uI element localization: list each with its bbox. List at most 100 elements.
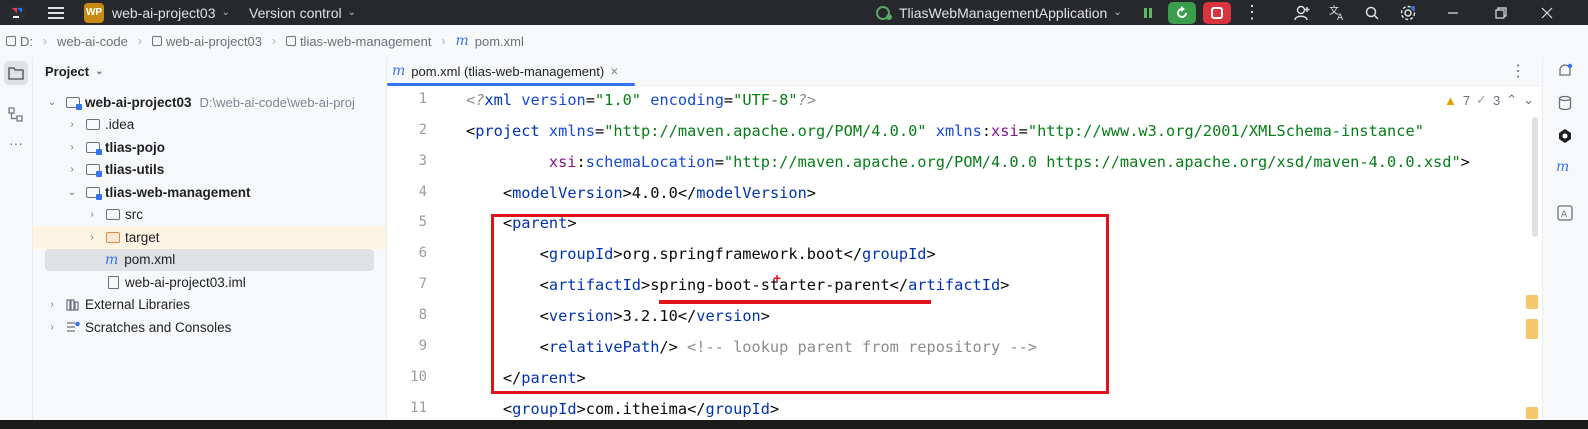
project-panel-header[interactable]: Project ⌄ xyxy=(33,57,386,85)
tree-item-tlias-utils[interactable]: › tlias-utils xyxy=(33,159,386,182)
tree-item-iml[interactable]: web-ai-project03.iml xyxy=(33,271,386,294)
editor-tab-bar: m pom.xml (tlias-web-management) × ⋮ xyxy=(387,57,1542,86)
scratches-icon xyxy=(65,320,81,334)
line-number: 6 xyxy=(418,245,427,261)
project-switcher[interactable]: WP web-ai-project03 ⌄ xyxy=(84,0,230,25)
change-marker[interactable] xyxy=(1526,319,1538,339)
drive-icon xyxy=(6,36,16,46)
run-config-selector[interactable]: TliasWebManagementApplication ⌄ xyxy=(875,0,1122,25)
editor-scrollbar[interactable] xyxy=(1532,117,1538,237)
breadcrumb-item-folder[interactable]: web-ai-code xyxy=(57,34,128,49)
code-line-2: <project xmlns="http://maven.apache.org/… xyxy=(466,122,1424,140)
maven-file-icon: m xyxy=(392,63,406,79)
project-tool-icon[interactable] xyxy=(4,61,28,85)
line-number: 9 xyxy=(418,338,427,354)
restore-window-icon[interactable] xyxy=(1494,0,1508,25)
more-actions-icon[interactable]: ⋮ xyxy=(1243,0,1261,25)
breadcrumb-item-project[interactable]: web-ai-project03 xyxy=(151,34,262,49)
line-number: 2 xyxy=(418,122,427,138)
code-line-3: xsi:schemaLocation="http://maven.apache.… xyxy=(548,153,1470,171)
add-user-icon[interactable] xyxy=(1293,0,1311,25)
tree-item-src[interactable]: › src xyxy=(33,204,386,227)
main-menu-icon[interactable] xyxy=(46,0,66,25)
project-name: web-ai-project03 xyxy=(112,4,216,21)
stop-button[interactable] xyxy=(1203,0,1231,25)
notifications-icon[interactable] xyxy=(1557,63,1573,84)
breadcrumb: D: › web-ai-code › web-ai-project03 › tl… xyxy=(0,25,1588,58)
tree-item-target[interactable]: › target xyxy=(33,226,386,249)
settings-gear-icon[interactable] xyxy=(1399,0,1417,25)
chevron-up-icon[interactable]: ⌃ xyxy=(1506,92,1517,108)
tree-item-scratches[interactable]: › Scratches and Consoles xyxy=(33,316,386,339)
tree-item-external-libraries[interactable]: › External Libraries xyxy=(33,294,386,317)
project-tree: ⌄ web-ai-project03 D:\web-ai-code\web-ai… xyxy=(33,91,386,339)
inspections-widget[interactable]: ▲ 7 ✓ 3 ⌃ ⌄ xyxy=(1444,92,1534,108)
change-marker[interactable] xyxy=(1526,407,1538,419)
editor: m pom.xml (tlias-web-management) × ⋮ 1 2… xyxy=(387,57,1542,429)
search-icon[interactable] xyxy=(1364,0,1380,25)
file-icon xyxy=(105,275,121,289)
code-line-4: <modelVersion>4.0.0</modelVersion> xyxy=(466,184,817,202)
line-number: 1 xyxy=(418,91,427,107)
chevron-right-icon: › xyxy=(50,299,54,311)
bottom-edge-bar xyxy=(0,420,1588,429)
chevron-down-icon[interactable]: ⌄ xyxy=(1523,92,1534,108)
maven-tool-icon[interactable]: m xyxy=(1556,159,1569,175)
editor-tab-pom-xml[interactable]: m pom.xml (tlias-web-management) × xyxy=(387,57,635,86)
chevron-down-icon: ⌄ xyxy=(95,65,104,77)
database-icon[interactable] xyxy=(1557,95,1573,116)
module-folder-icon xyxy=(85,163,102,178)
chevron-down-icon: ⌄ xyxy=(221,7,230,18)
tab-more-icon[interactable]: ⋮ xyxy=(1510,61,1526,81)
breadcrumb-item-module[interactable]: tlias-web-management xyxy=(285,34,431,49)
chevron-down-icon: ⌄ xyxy=(1113,7,1122,18)
tree-item-tlias-pojo[interactable]: › tlias-pojo xyxy=(33,136,386,159)
annotation-plus: + xyxy=(773,270,782,286)
chevron-right-icon: › xyxy=(70,164,74,176)
chevron-down-icon: ⌄ xyxy=(47,96,57,108)
line-number: 10 xyxy=(410,369,427,385)
line-number: 5 xyxy=(418,214,427,230)
code-line-1: <?xml version="1.0" encoding="UTF-8"?> xyxy=(466,91,817,109)
library-icon xyxy=(65,298,81,312)
svg-text:A: A xyxy=(1337,13,1344,22)
chevron-down-icon: ⌄ xyxy=(67,186,77,198)
ide-logo-icon[interactable] xyxy=(8,0,26,25)
rerun-button[interactable] xyxy=(1168,0,1196,25)
module-folder-icon xyxy=(85,185,102,200)
close-tab-icon[interactable]: × xyxy=(610,63,618,79)
vcs-menu[interactable]: Version control ⌄ xyxy=(249,0,356,25)
project-badge: WP xyxy=(84,2,104,23)
chevron-right-icon: › xyxy=(70,119,74,131)
tree-item-root[interactable]: ⌄ web-ai-project03 D:\web-ai-code\web-ai… xyxy=(33,91,386,114)
tab-label: pom.xml (tlias-web-management) xyxy=(411,63,605,79)
module-folder-icon xyxy=(85,140,102,155)
close-window-icon[interactable] xyxy=(1540,0,1554,25)
weak-warnings-count: 3 xyxy=(1492,92,1501,108)
translate-icon[interactable]: 文A xyxy=(1328,0,1346,25)
warning-icon: ▲ xyxy=(1443,92,1457,108)
chevron-right-icon: › xyxy=(90,231,94,243)
minimize-window-icon[interactable] xyxy=(1446,0,1460,25)
more-tools-icon[interactable]: ··· xyxy=(9,135,23,151)
tree-item-idea[interactable]: › .idea xyxy=(33,114,386,137)
maven-file-icon: m xyxy=(105,251,119,268)
vcs-label: Version control xyxy=(249,4,342,21)
pause-icon xyxy=(1134,2,1162,24)
chevron-right-icon: › xyxy=(70,141,74,153)
folder-icon xyxy=(85,118,101,132)
line-number: 11 xyxy=(410,400,427,416)
tree-item-tlias-web-management[interactable]: ⌄ tlias-web-management xyxy=(33,181,386,204)
ai-a-icon[interactable]: A xyxy=(1557,205,1573,226)
tree-item-pom-xml[interactable]: m pom.xml xyxy=(45,248,374,271)
line-number: 8 xyxy=(418,307,427,323)
ai-assistant-icon[interactable] xyxy=(1556,127,1574,150)
debug-pause-button[interactable] xyxy=(1134,0,1162,25)
line-number: 7 xyxy=(418,276,427,292)
breadcrumb-item-file[interactable]: m pom.xml xyxy=(455,33,523,49)
line-number: 3 xyxy=(418,153,427,169)
change-marker[interactable] xyxy=(1526,295,1538,309)
structure-tool-icon[interactable] xyxy=(8,107,24,128)
breadcrumb-item-drive[interactable]: D: xyxy=(6,34,33,49)
breadcrumb-separator-icon: › xyxy=(43,34,47,48)
